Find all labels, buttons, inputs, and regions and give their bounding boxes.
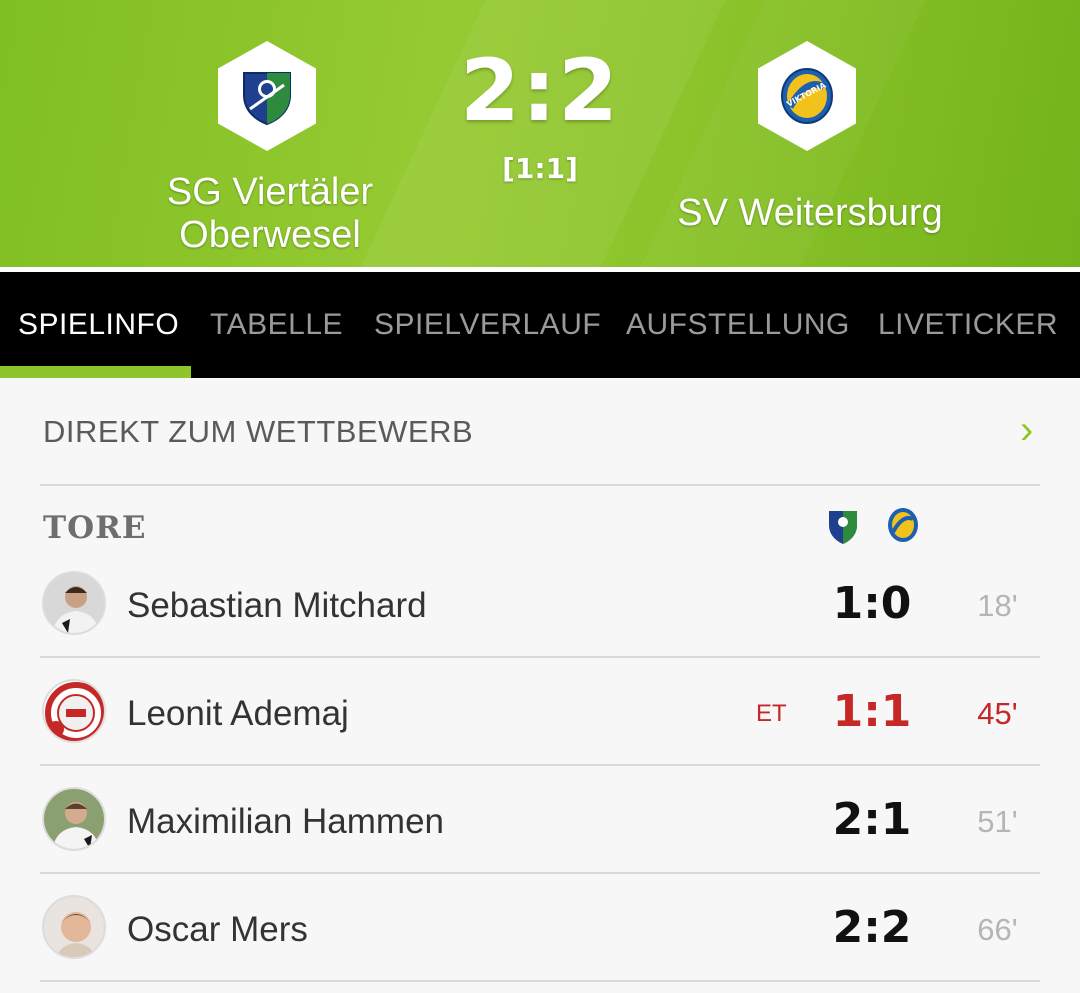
home-team-mini-crest-icon xyxy=(829,511,857,544)
goal-score: 2:2 xyxy=(832,902,912,953)
goal-score: 1:0 xyxy=(832,578,912,629)
halftime-score: [1:1] xyxy=(502,152,578,185)
tab-bar: SPIELINFO TABELLE SPIELVERLAUF AUFSTELLU… xyxy=(0,272,1080,378)
goals-section-title: TORE xyxy=(43,510,147,546)
player-avatar xyxy=(42,787,106,851)
tab-spielverlauf[interactable]: SPIELVERLAUF xyxy=(374,272,601,378)
goal-row[interactable]: Oscar Mers 2:2 66' xyxy=(0,874,1080,980)
goal-scorer-name[interactable]: Maximilian Hammen xyxy=(127,802,444,842)
tab-aufstellung[interactable]: AUFSTELLUNG xyxy=(626,272,850,378)
active-tab-indicator xyxy=(0,366,191,378)
own-goal-label: ET xyxy=(756,700,787,727)
divider xyxy=(40,980,1040,982)
tab-spielinfo[interactable]: SPIELINFO xyxy=(18,272,179,378)
home-team-name[interactable]: SG Viertäler Oberwesel xyxy=(120,171,420,257)
away-team-mini-crest-icon xyxy=(888,508,918,542)
goal-scorer-name[interactable]: Sebastian Mitchard xyxy=(127,586,427,626)
tab-liveticker[interactable]: LIVETICKER xyxy=(878,272,1058,378)
goal-minute: 66' xyxy=(977,912,1018,947)
goal-row[interactable]: Maximilian Hammen 2:1 51' xyxy=(0,766,1080,872)
goal-scorer-name[interactable]: Leonit Ademaj xyxy=(127,694,349,734)
player-avatar xyxy=(42,679,106,743)
goal-minute: 18' xyxy=(977,588,1018,623)
tab-tabelle[interactable]: TABELLE xyxy=(210,272,343,378)
goal-score: 2:1 xyxy=(832,794,912,845)
away-team-name[interactable]: SV Weitersburg xyxy=(650,192,970,235)
player-avatar xyxy=(42,895,106,959)
goal-minute: 45' xyxy=(977,696,1018,731)
divider xyxy=(40,484,1040,486)
home-team-name-line1: SG Viertäler xyxy=(166,171,374,213)
home-team-name-line2: Oberwesel xyxy=(179,214,361,256)
club-crest-blue-green-icon xyxy=(243,72,291,126)
goal-scorer-name[interactable]: Oscar Mers xyxy=(127,910,308,950)
goal-row[interactable]: Leonit Ademaj ET 1:1 45' xyxy=(0,658,1080,764)
goal-score: 1:1 xyxy=(832,686,912,737)
competition-link-label[interactable]: DIREKT ZUM WETTBEWERB xyxy=(43,414,473,450)
goal-row[interactable]: Sebastian Mitchard 1:0 18' xyxy=(0,552,1080,658)
club-crest-viktoria-icon: VIKTORIA xyxy=(781,68,833,124)
final-score: 2:2 xyxy=(459,41,621,141)
chevron-right-icon[interactable]: › xyxy=(1020,410,1033,450)
goal-minute: 51' xyxy=(977,804,1018,839)
player-avatar xyxy=(42,571,106,635)
